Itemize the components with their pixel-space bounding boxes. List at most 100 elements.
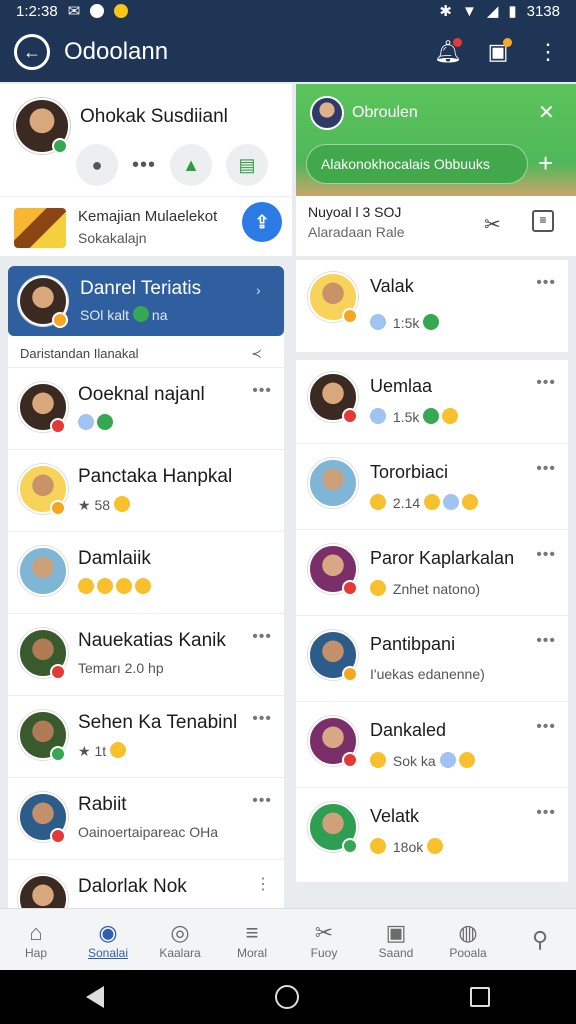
divider [0,196,292,197]
list-item[interactable]: Velatk 18ok ••• [296,790,568,874]
nav-music[interactable]: ◍ Pooala [435,920,501,960]
summary-title: Nuyoal l 3 SOJ [308,204,402,220]
add-button[interactable]: + [538,148,553,179]
arrow-left-icon: ← [23,41,41,62]
close-button[interactable]: ✕ [538,100,555,125]
contact-subtitle: 1.5k [370,408,461,425]
list-item[interactable]: Pantibpani I'uekas edanenne) ••• [296,618,568,702]
system-home-button[interactable] [274,985,299,1009]
list-item[interactable]: Rabiit Oainoertaipareac OHa ••• [8,778,284,860]
contact-subtitle [78,414,116,431]
share-icon: ⇪ [254,211,270,232]
notifications-button[interactable]: 🔔︎ [434,38,462,66]
group-thumbnail[interactable] [14,208,66,248]
mail-icon: ✉ [67,3,81,20]
status-badge [50,828,66,844]
music-icon: ◍ [458,919,478,945]
group-subtitle: Sokakalajn [78,230,147,246]
list-item[interactable]: Panctaka Hanpkal ★ 58 [8,450,284,532]
notification-dot [453,38,462,47]
store-button[interactable]: ▲ [170,144,213,186]
list-item[interactable]: Uemlaa 1.5k ••• [296,360,568,444]
card-button[interactable]: ▤ [226,144,269,186]
list-item[interactable]: Sehen Ka Tenabinl ★ 1t ••• [8,696,284,778]
home-icon: ⌂ [29,919,43,945]
more-icon[interactable]: ••• [536,632,556,650]
more-icon[interactable]: ••• [536,374,556,392]
system-navigation [0,970,576,1024]
status-badge [342,752,358,768]
camera-button[interactable]: ▣ [484,38,512,66]
back-button[interactable]: ← [14,34,50,70]
more-icon[interactable]: ⋮ [255,874,272,894]
contact-subtitle: SOl kalt na [80,306,168,323]
more-icon[interactable]: ••• [252,792,272,810]
document-icon[interactable]: ≡ [532,210,554,232]
status-badge [50,664,66,680]
avatar [18,874,68,908]
profile-button[interactable]: ● [76,144,118,186]
list-item[interactable]: Damlaiik [8,532,284,614]
battery-icon: ▮ [508,3,517,20]
nav-tools[interactable]: ✂ Fuoy [291,920,357,960]
more-icon[interactable]: ••• [252,710,272,728]
tools-icon[interactable]: ✂ [484,212,501,237]
more-vert-icon: ⋮ [537,39,559,64]
collapse-icon[interactable]: ≺ [251,346,262,362]
more-icon[interactable]: ••• [252,628,272,646]
contact-name: Valak [370,276,414,296]
contact-name: Velatk [370,806,420,826]
more-icon[interactable]: ••• [252,382,272,400]
list-item[interactable]: Paror Kaplarkalan Znhet natono) ••• [296,532,568,616]
suggestion-pill[interactable]: Alakonokhocalais Obbuuks [306,144,528,184]
status-badge [342,666,358,682]
menu-icon: ≡ [245,919,259,945]
more-icon[interactable]: ••• [536,460,556,478]
more-icon[interactable]: ••• [536,718,556,736]
share-button[interactable]: ⇪ [242,202,282,242]
group-title: Kemajian Mulaelekot [78,208,218,225]
overflow-menu-button[interactable]: ⋮ [534,38,562,66]
system-recents-button[interactable] [470,987,491,1007]
nav-explore[interactable]: ◎ Kaalara [147,920,213,960]
more-icon[interactable]: ••• [536,274,556,292]
avatar [308,458,358,508]
contact-subtitle [78,578,154,595]
status-badge [50,746,66,762]
contact-name: Dalorlak Nok [78,876,187,897]
system-back-button[interactable] [85,986,104,1008]
selected-contact-row[interactable]: Danrel Teriatis SOl kalt na › [8,266,284,336]
online-badge [52,138,68,154]
card-icon: ▤ [238,154,256,175]
search-icon: ⚲ [531,926,549,952]
shop-icon: ▲ [182,154,200,175]
contact-name: Uemlaa [370,376,433,396]
contact-subtitle: Znhet natono) [370,580,480,597]
chats-list: Uemlaa 1.5k ••• Tororbiaci 2.14 ••• Paro… [296,360,568,882]
list-item[interactable]: Valak 1:5k ••• [296,260,568,352]
more-dots-icon[interactable]: ••• [132,154,156,177]
signal-icon: ◢ [486,3,499,20]
chevron-right-icon[interactable]: › [256,282,261,298]
summary-subtitle: Alaradaan Rale [308,224,405,240]
list-item[interactable]: Tororbiaci 2.14 ••• [296,446,568,530]
list-item[interactable]: Nauekatias Kanik Temarı 2.0 hp ••• [8,614,284,696]
list-item[interactable]: Dalorlak Nok ⋮ [8,860,284,908]
contact-name: Rabiit [78,794,127,815]
emoji-notification-icon [114,4,129,18]
nav-search[interactable]: ⚲ [507,927,573,953]
tools-icon: ✂ [314,919,334,945]
avatar[interactable] [310,96,344,130]
list-item[interactable]: Ooeknal najanl ••• [8,368,284,450]
nav-home[interactable]: ⌂ Hap [3,920,69,960]
more-icon[interactable]: ••• [536,804,556,822]
more-icon[interactable]: ••• [536,546,556,564]
nav-chats[interactable]: ◉ Sonalai [75,920,141,960]
contact-subtitle: Oainoertaipareac OHa [78,824,219,840]
group-header: Daristandan Ilanakal ≺ [8,340,284,368]
nav-inbox[interactable]: ▣ Saand [363,920,429,960]
chat-notification-icon [90,4,105,18]
list-item[interactable]: Dankaled Sok ka ••• [296,704,568,788]
contact-name: Dankaled [370,720,447,740]
nav-menu[interactable]: ≡ Moral [219,920,285,960]
